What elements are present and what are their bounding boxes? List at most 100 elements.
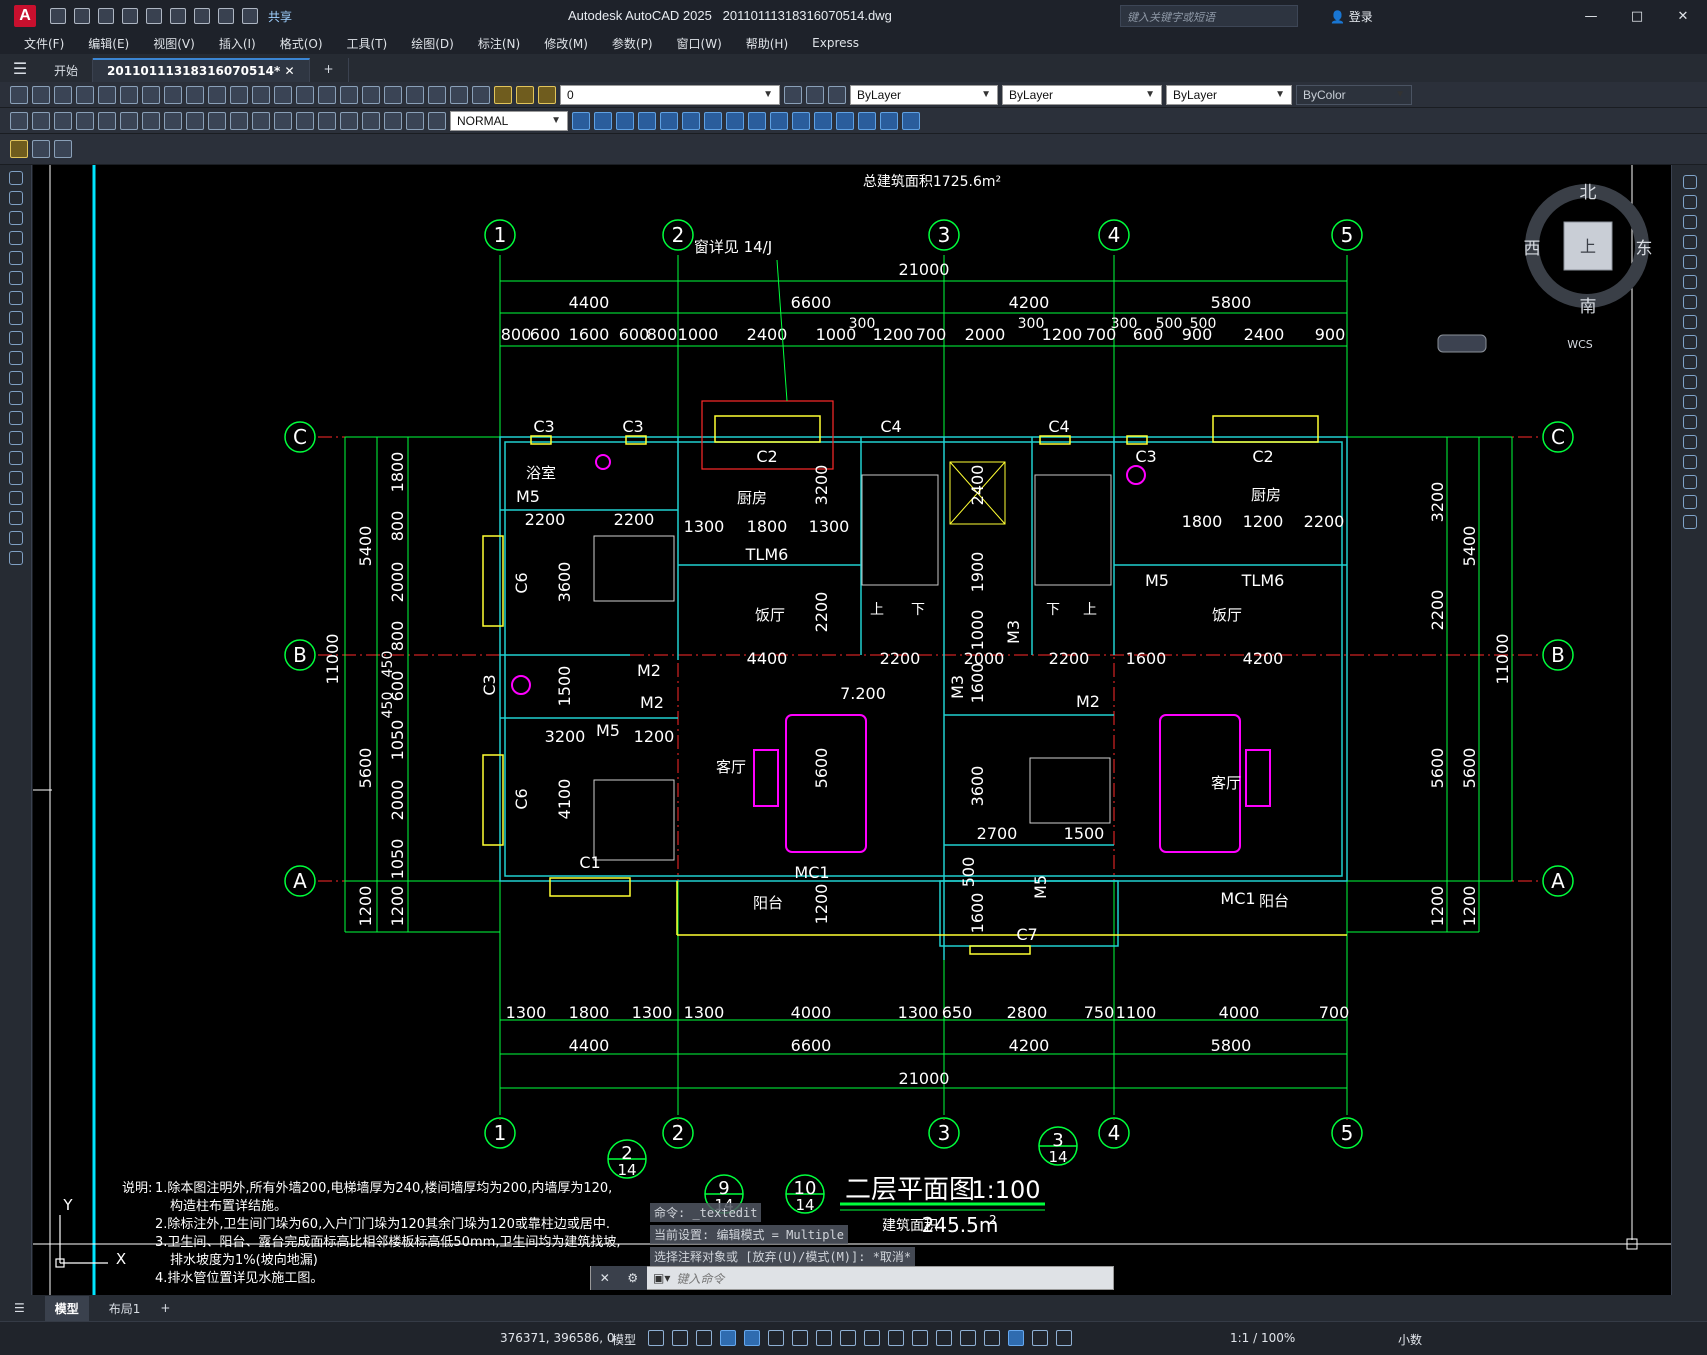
ellipse-icon[interactable] (8, 351, 23, 365)
angular-icon[interactable] (164, 111, 182, 130)
jogged-icon[interactable] (120, 111, 138, 130)
viewcube-west[interactable]: 西 (1524, 239, 1541, 259)
layer-off-icon[interactable] (54, 140, 72, 158)
revcloud-icon[interactable] (8, 311, 23, 325)
break-at-point-icon[interactable] (1682, 395, 1697, 409)
plot-icon[interactable] (170, 8, 186, 24)
tab-start[interactable]: 开始 (40, 58, 94, 82)
extend-icon[interactable] (1682, 375, 1697, 389)
polar-icon[interactable] (744, 1330, 760, 1346)
construction-line-icon[interactable] (8, 191, 23, 205)
radius-icon[interactable] (98, 111, 116, 130)
viewcube-north[interactable]: 北 (1580, 183, 1597, 203)
viewcube[interactable] (1437, 184, 1649, 353)
linear-dim-icon[interactable] (10, 111, 28, 130)
arc-icon[interactable] (8, 271, 23, 285)
publish-icon[interactable] (120, 85, 138, 104)
hatch-icon[interactable] (8, 451, 23, 465)
snap-icon[interactable] (672, 1330, 688, 1346)
menu-window[interactable]: 窗口(W) (665, 35, 734, 52)
diameter-icon[interactable] (142, 111, 160, 130)
open-icon[interactable] (74, 8, 90, 24)
cone-icon[interactable] (638, 111, 656, 130)
break-icon[interactable] (1682, 415, 1697, 429)
new-icon[interactable] (10, 85, 28, 104)
save-as-icon[interactable] (122, 8, 138, 24)
menu-file[interactable]: 文件(F) (12, 35, 76, 52)
break-icon[interactable] (274, 111, 292, 130)
jog-line-icon[interactable] (362, 111, 380, 130)
isodraft-icon[interactable] (768, 1330, 784, 1346)
offset-icon[interactable] (1682, 235, 1697, 249)
menu-dimension[interactable]: 标注(N) (466, 35, 532, 52)
layer-previous-icon[interactable] (806, 85, 824, 104)
design-center-icon[interactable] (384, 85, 402, 104)
tool-palette-icon[interactable] (406, 85, 424, 104)
transparency-icon[interactable] (864, 1330, 880, 1346)
save-icon[interactable] (54, 85, 72, 104)
render-icon[interactable] (902, 111, 920, 130)
command-icon[interactable]: ▣▾ (653, 1271, 670, 1285)
sun-icon[interactable] (538, 85, 556, 104)
preview-icon[interactable] (98, 85, 116, 104)
cylinder-icon[interactable] (616, 111, 634, 130)
region-icon[interactable] (8, 491, 23, 505)
drawing-canvas[interactable]: 1 2 3 4 5 1 2 3 4 5 C B A C B A 2 14 9 1… (33, 165, 1671, 1295)
insert-block-icon[interactable] (8, 391, 23, 405)
autocad-logo-icon[interactable]: A (14, 5, 36, 27)
hamburger-menu-icon[interactable]: ☰ (14, 1301, 25, 1315)
layer-iso-icon[interactable] (32, 140, 50, 158)
menu-parametric[interactable]: 参数(P) (600, 35, 665, 52)
fillet-icon[interactable] (1682, 475, 1697, 489)
lineweight-icon[interactable] (840, 1330, 856, 1346)
maximize-icon[interactable]: □ (1614, 0, 1660, 32)
baseline-icon[interactable] (208, 111, 226, 130)
revolve-icon[interactable] (726, 111, 744, 130)
menu-help[interactable]: 帮助(H) (734, 35, 800, 52)
blend-icon[interactable] (1682, 495, 1697, 509)
units-dropdown[interactable]: 小数 (1398, 1331, 1422, 1348)
array-icon[interactable] (1682, 255, 1697, 269)
annotation-scale-icon[interactable] (1056, 1330, 1072, 1346)
interfere-icon[interactable] (792, 111, 810, 130)
dim-edit-icon[interactable] (384, 111, 402, 130)
circle-icon[interactable] (8, 291, 23, 305)
add-selected-icon[interactable] (8, 551, 23, 565)
sphere-icon[interactable] (594, 111, 612, 130)
zoom-icon[interactable] (296, 85, 314, 104)
match-properties-icon[interactable] (208, 85, 226, 104)
layer-walk-icon[interactable] (10, 140, 28, 158)
tolerance-icon[interactable] (296, 111, 314, 130)
center-mark-icon[interactable] (318, 111, 336, 130)
zoom-previous-icon[interactable] (340, 85, 358, 104)
close-icon[interactable]: ✕ (1660, 0, 1706, 32)
plotstyle-dropdown[interactable]: ByColor ▼ (1296, 84, 1412, 105)
scale-icon[interactable] (1682, 315, 1697, 329)
copy-object-icon[interactable] (1682, 195, 1697, 209)
tab-model[interactable]: 模型 (44, 1295, 89, 1321)
spline-icon[interactable] (8, 331, 23, 345)
menu-modify[interactable]: 修改(M) (532, 35, 600, 52)
wrench-icon[interactable]: ⚙ (627, 1271, 638, 1285)
lineweight-dropdown[interactable]: ByLayer ▼ (1166, 84, 1292, 105)
selection-filter-icon[interactable] (960, 1330, 976, 1346)
redo-icon[interactable] (252, 85, 270, 104)
redo-icon[interactable] (242, 8, 258, 24)
share-button[interactable]: 共享 (268, 8, 292, 25)
pan-icon[interactable] (274, 85, 292, 104)
calculator-icon[interactable] (450, 85, 468, 104)
coordinate-readout[interactable]: 376371, 396586, 0 (500, 1331, 615, 1345)
extrude-icon[interactable] (704, 111, 722, 130)
close-tab-icon[interactable]: ✕ (284, 64, 294, 78)
chamfer-icon[interactable] (1682, 455, 1697, 469)
stretch-icon[interactable] (1682, 335, 1697, 349)
add-layout-button[interactable]: + (160, 1301, 170, 1315)
properties-icon[interactable] (362, 85, 380, 104)
make-current-icon[interactable] (784, 85, 802, 104)
ordinate-icon[interactable] (76, 111, 94, 130)
gradient-icon[interactable] (8, 471, 23, 485)
move-icon[interactable] (1682, 275, 1697, 289)
continue-icon[interactable] (230, 111, 248, 130)
box-icon[interactable] (572, 111, 590, 130)
menu-tools[interactable]: 工具(T) (335, 35, 400, 52)
